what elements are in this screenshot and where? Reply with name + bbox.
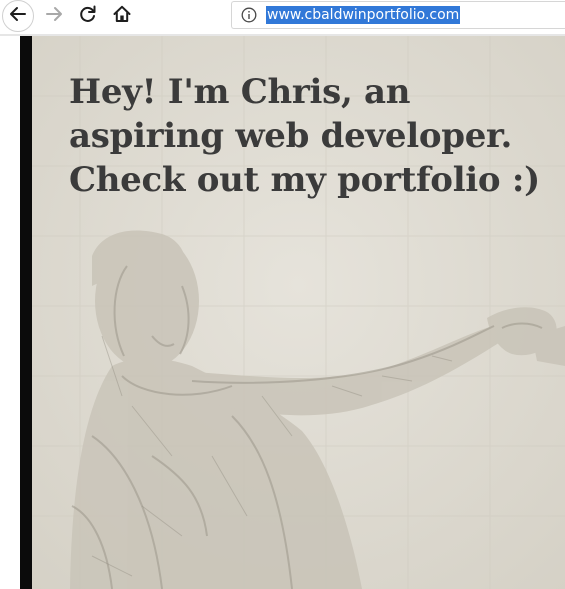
hero-heading: Hey! I'm Chris, an aspiring web develope… — [69, 70, 565, 202]
hero-heading-line-2: aspiring web developer. — [69, 116, 513, 156]
left-edge-bar — [20, 36, 32, 589]
home-icon — [112, 4, 132, 28]
home-button[interactable] — [107, 1, 137, 31]
reload-button[interactable] — [73, 1, 103, 31]
hero-section: Hey! I'm Chris, an aspiring web develope… — [32, 36, 565, 589]
address-bar[interactable]: www.cbaldwinportfolio.com — [231, 1, 565, 29]
reload-icon — [78, 4, 98, 28]
arrow-left-icon — [8, 4, 28, 28]
info-icon[interactable] — [241, 7, 257, 27]
hero-heading-line-3: Check out my portfolio :) — [69, 160, 540, 200]
hero-heading-line-1: Hey! I'm Chris, an — [69, 72, 411, 112]
url-text[interactable]: www.cbaldwinportfolio.com — [266, 6, 461, 24]
browser-toolbar: www.cbaldwinportfolio.com — [0, 0, 565, 34]
forward-button[interactable] — [39, 1, 69, 31]
page-viewport: Hey! I'm Chris, an aspiring web develope… — [20, 36, 565, 589]
back-button[interactable] — [2, 0, 34, 32]
arrow-right-icon — [44, 4, 64, 28]
